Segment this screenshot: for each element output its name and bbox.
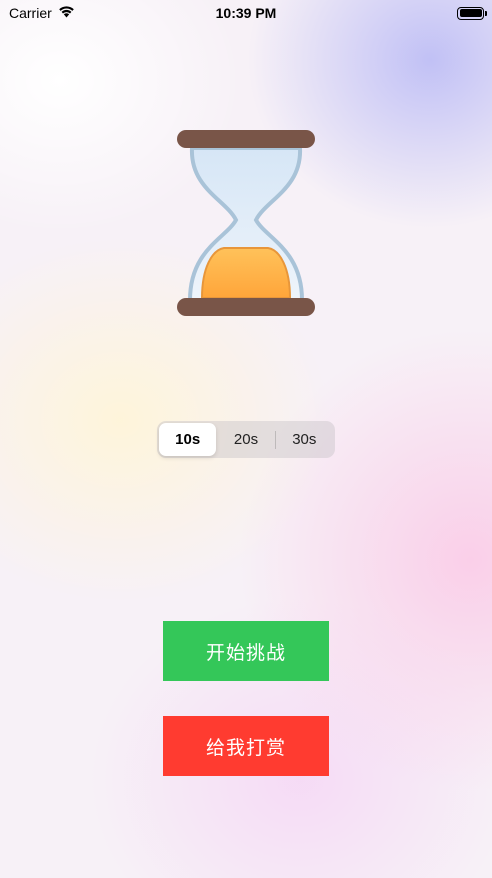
status-bar: Carrier 10:39 PM [0,0,492,26]
start-challenge-button[interactable]: 开始挑战 [163,621,329,681]
duration-segmented-control[interactable]: 10s 20s 30s [157,421,335,458]
segment-20s[interactable]: 20s [217,423,274,456]
segment-10s[interactable]: 10s [159,423,217,456]
wifi-icon [58,5,75,21]
carrier-label: Carrier [9,5,52,21]
carrier-group: Carrier [9,5,75,21]
battery-icon [457,6,487,20]
hourglass-icon [176,128,316,318]
tip-button[interactable]: 给我打赏 [163,716,329,776]
segment-30s[interactable]: 30s [276,423,333,456]
